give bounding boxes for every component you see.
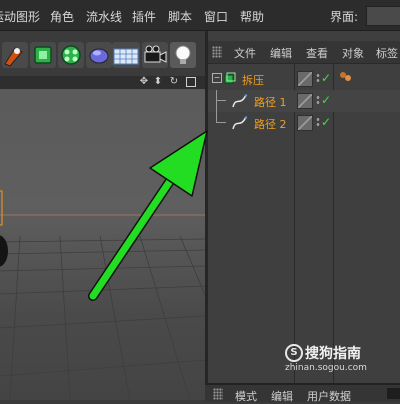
annotation-arrow-icon [88,130,208,301]
